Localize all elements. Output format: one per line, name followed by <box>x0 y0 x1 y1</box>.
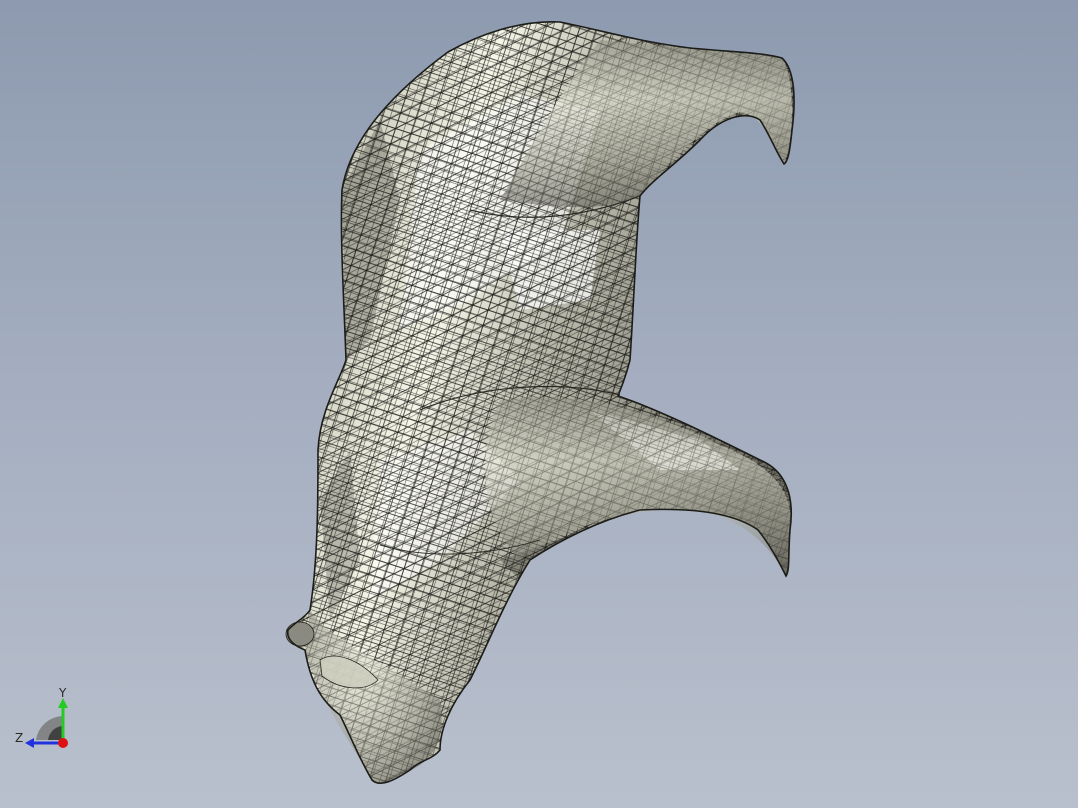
axis-triad: Y Z <box>15 686 68 748</box>
ear-shape <box>285 621 315 647</box>
x-axis-dot-icon <box>58 738 68 748</box>
z-axis-arrow-icon <box>25 738 34 748</box>
bear-mesh-model[interactable] <box>0 0 1078 808</box>
graphics-viewport[interactable]: Y Z <box>0 0 1078 808</box>
lower-leg-shading <box>485 397 791 576</box>
z-axis-label: Z <box>15 731 23 745</box>
y-axis-label: Y <box>58 686 67 700</box>
